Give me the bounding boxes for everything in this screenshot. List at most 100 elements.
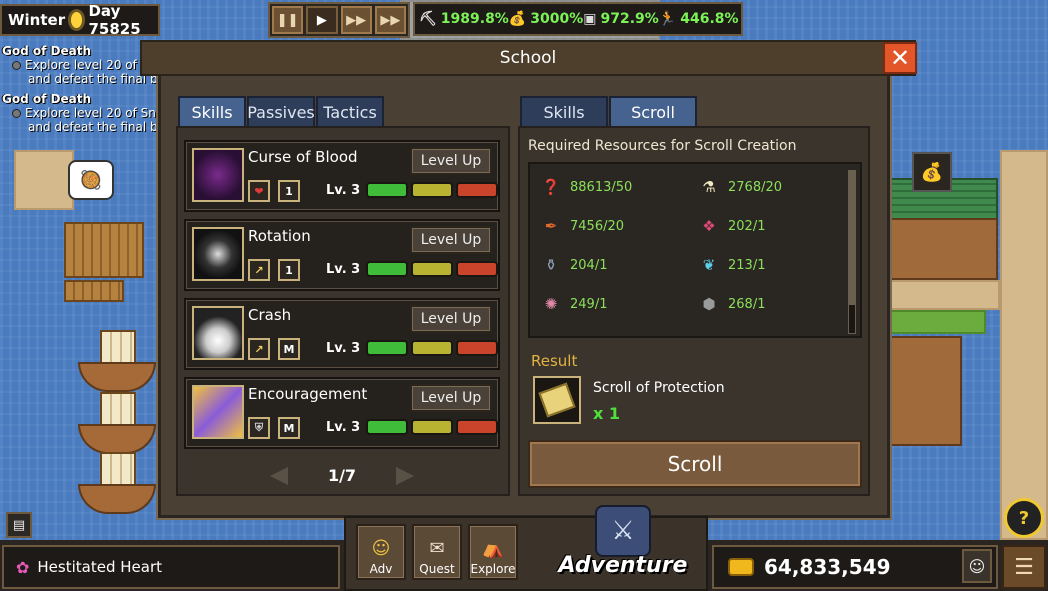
scroll-parchment-icon [538,382,576,418]
dark-jar-icon: ⚱ [544,256,558,274]
adventure-mode-button[interactable]: ⚔ Adventure [548,505,698,587]
resource-list[interactable]: ❓ 88613/50 ⚗ 2768/20 ✒ 7456/20 ❖ 202/1 ⚱ 204/… [528,162,862,338]
resource-amount: 204/1 [570,257,608,273]
bar-green [366,182,408,198]
crossed-swords-icon: ⚔ [595,505,651,557]
quest-entry[interactable]: God of Death Explore level 20 of Snow an… [2,92,160,134]
resource-item: ❦ 213/1 [698,254,766,276]
skill-name: Encouragement [248,385,368,403]
merchant-icon[interactable]: 💰 [912,152,952,192]
sword-icon: ↗ [248,338,270,360]
rate-value: 1989.8% [440,11,509,27]
skill-name: Rotation [248,227,311,245]
status-bar[interactable]: ✿ Hestitated Heart [2,545,340,589]
tab-right-skills[interactable]: Skills [520,96,608,126]
speech-bubble-icon[interactable]: 🥘 [68,160,114,200]
skill-rank: 1 [278,180,300,202]
fast-forward-button[interactable]: ▶▶ [340,6,372,34]
rate-treasure: ▣ 972.9% [583,11,659,27]
wooden-pier [64,280,124,302]
nav-label: Quest [419,562,455,576]
resource-amount: 213/1 [728,257,766,273]
skill-row[interactable]: Encouragement Level Up ⛨ M Lv. 3 [184,377,500,449]
skill-row[interactable]: Rotation Level Up ↗ 1 Lv. 3 [184,219,500,291]
bar-green [366,261,408,277]
quest-title: God of Death [2,92,91,106]
window-title: School [140,40,916,76]
rate-mining: ⛏ 1989.8% [419,11,509,27]
bar-red [456,261,498,277]
speed-controls: ❚❚ ▶ ▶▶ ▶▶ [268,2,410,38]
sun-icon [71,12,83,28]
rate-value: 3000% [530,11,584,27]
gold-amount: 64,833,549 [764,555,891,579]
skill-bars [366,261,498,277]
skill-row[interactable]: Curse of Blood Level Up ❤ 1 Lv. 3 [184,140,500,212]
quest-line: Explore level 20 of S [25,58,149,72]
iron-ore-icon: ⬢ [702,295,716,313]
vortex-icon [192,227,244,281]
help-icon[interactable]: ? [1004,498,1044,538]
quest-line-2: and defeat the final boss [28,120,160,134]
nav-quest-button[interactable]: ✉ Quest [412,524,462,580]
skill-rank: M [278,338,300,360]
required-resources-label: Required Resources for Scroll Creation [528,138,797,154]
skill-bars [366,419,498,435]
level-up-button[interactable]: Level Up [410,305,492,333]
tab-scroll[interactable]: Scroll [609,96,697,126]
potion-bottle-icon: ⚗ [702,178,716,196]
skill-level: Lv. 3 [326,420,361,435]
sword-icon: ↗ [248,259,270,281]
sailboat [78,452,156,514]
pause-button[interactable]: ❚❚ [272,6,304,34]
resource-item: ⬢ 268/1 [698,293,765,315]
bar-red [456,340,498,356]
status-text: Hestitated Heart [37,558,162,576]
skill-rank: 1 [278,259,300,281]
result-item-name: Scroll of Protection [593,380,725,396]
quest-tracker[interactable]: God of Death Explore level 20 of S and d… [2,44,160,134]
level-up-button[interactable]: Level Up [410,226,492,254]
skill-level: Lv. 3 [326,183,361,198]
tab-passives[interactable]: Passives [247,96,315,126]
close-button[interactable]: ✕ [883,42,917,74]
bar-yellow [411,182,453,198]
skill-row[interactable]: Crash Level Up ↗ M Lv. 3 [184,298,500,370]
skill-level: Lv. 3 [326,262,361,277]
bar-yellow [411,261,453,277]
fastest-forward-button[interactable]: ▶▶ [374,6,406,34]
season-day-display: Winter Day 75825 [0,2,160,38]
nav-explore-button[interactable]: ⛺ Explore [468,524,518,580]
quest-line: Explore level 20 of Snow [25,106,160,120]
flower-heart-icon: ✿ [16,557,30,577]
red-crystal-icon: ❖ [702,217,716,235]
play-button[interactable]: ▶ [306,6,338,34]
day-counter: Day 75825 [88,2,141,38]
heart-icon: ❤ [248,180,270,202]
grass-patch [890,310,986,334]
tab-skills[interactable]: Skills [178,96,246,126]
tab-tactics[interactable]: Tactics [316,96,384,126]
next-page-button[interactable] [396,466,415,485]
resource-item: ✺ 249/1 [540,293,608,315]
skill-level: Lv. 3 [326,341,361,356]
sailboat [78,330,156,392]
resource-scrollbar[interactable] [848,170,856,334]
scrollbar-thumb[interactable] [849,171,855,305]
character-portrait-icon[interactable]: ☺ [962,549,992,583]
spiky-orb-icon: ✺ [544,295,558,313]
level-up-button[interactable]: Level Up [410,147,492,175]
money-bag-icon: 💰 [508,11,527,27]
close-icon: ✕ [889,44,911,72]
menu-grid-icon[interactable]: ☰ [1002,545,1046,589]
nav-adv-button[interactable]: ☺ Adv [356,524,406,580]
quest-entry[interactable]: God of Death Explore level 20 of S and d… [2,44,160,86]
notes-icon[interactable]: ▤ [6,512,32,538]
prev-page-button[interactable] [269,466,288,485]
create-scroll-button[interactable]: Scroll [528,440,862,488]
bonus-rates-bar: ⛏ 1989.8% 💰 3000% ▣ 972.9% 🏃 446.8% [413,2,743,36]
resource-amount: 2768/20 [728,179,783,195]
season-label: Winter [8,11,66,29]
level-up-button[interactable]: Level Up [410,384,492,412]
skill-name: Curse of Blood [248,148,358,166]
